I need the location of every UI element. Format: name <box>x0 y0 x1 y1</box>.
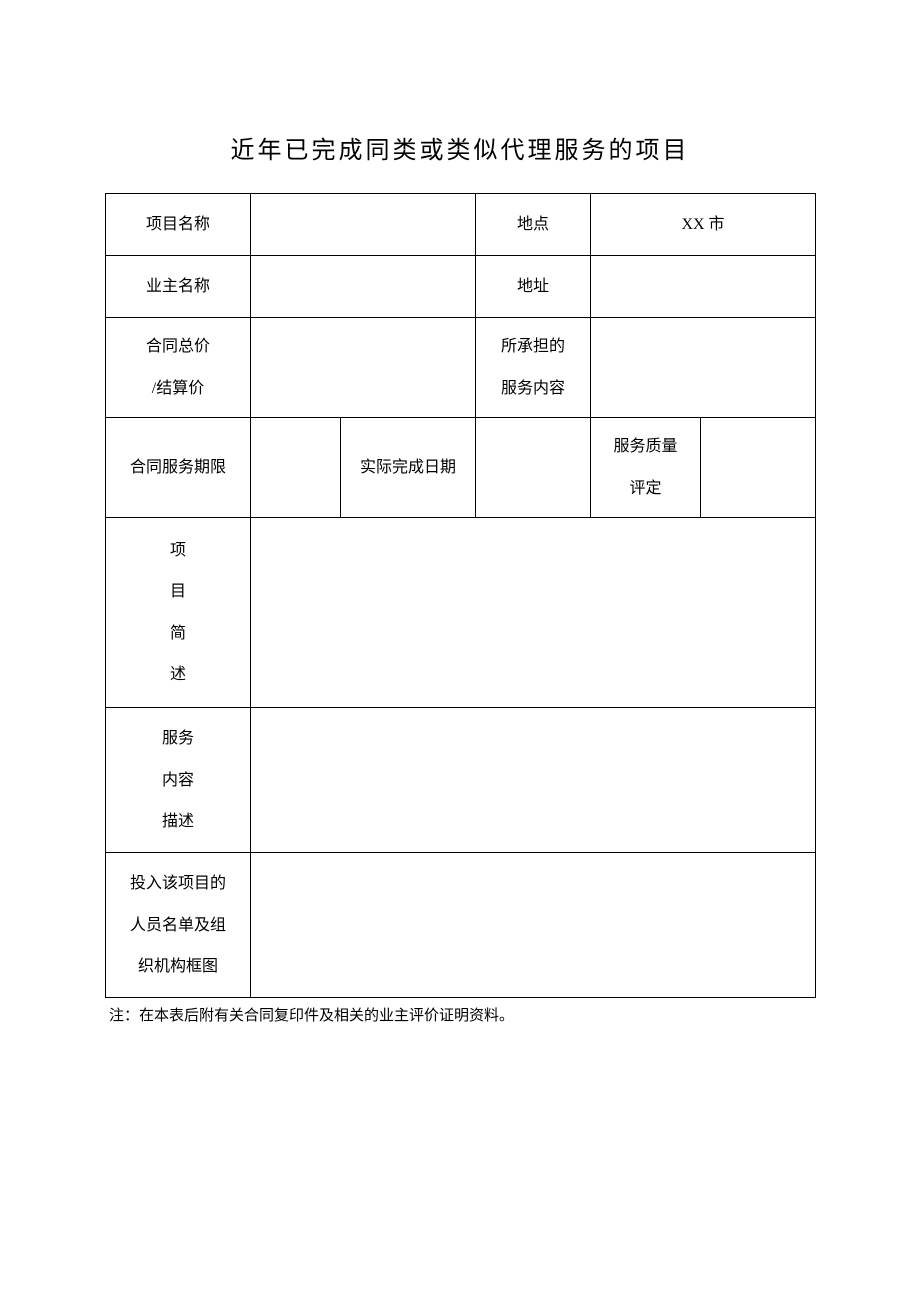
value-personnel <box>251 853 816 998</box>
label-service-desc: 服务 内容 描述 <box>106 708 251 853</box>
label-project-name: 项目名称 <box>106 194 251 256</box>
value-quality-rating <box>701 418 816 518</box>
label-service-content: 所承担的 服务内容 <box>476 318 591 418</box>
label-contract-price-line1: 合同总价 <box>110 326 246 368</box>
value-service-period <box>251 418 341 518</box>
label-address: 地址 <box>476 256 591 318</box>
value-project-name <box>251 194 476 256</box>
label-brief-c3: 简 <box>110 613 246 655</box>
footnote: 注：在本表后附有关合同复印件及相关的业主评价证明资料。 <box>105 1004 815 1025</box>
label-service-desc-line2: 内容 <box>110 760 246 802</box>
value-actual-completion <box>476 418 591 518</box>
label-service-content-line1: 所承担的 <box>480 326 586 368</box>
row-project-brief: 项 目 简 述 <box>106 518 816 708</box>
page-title: 近年已完成同类或类似代理服务的项目 <box>105 130 815 165</box>
label-service-desc-line3: 描述 <box>110 801 246 843</box>
label-project-brief: 项 目 简 述 <box>106 518 251 708</box>
project-form-table: 项目名称 地点 XX 市 业主名称 地址 合同总价 /结算价 所承担的 服务内容… <box>105 193 816 998</box>
value-service-content <box>591 318 816 418</box>
label-quality-rating: 服务质量 评定 <box>591 418 701 518</box>
label-quality-rating-line1: 服务质量 <box>595 426 696 468</box>
row-owner-name: 业主名称 地址 <box>106 256 816 318</box>
label-personnel-line2: 人员名单及组 <box>110 905 246 947</box>
value-project-brief <box>251 518 816 708</box>
row-service-desc: 服务 内容 描述 <box>106 708 816 853</box>
label-service-period: 合同服务期限 <box>106 418 251 518</box>
label-contract-price-line2: /结算价 <box>110 368 246 410</box>
label-service-desc-line1: 服务 <box>110 718 246 760</box>
label-quality-rating-line2: 评定 <box>595 468 696 510</box>
label-service-content-line2: 服务内容 <box>480 368 586 410</box>
label-actual-completion: 实际完成日期 <box>341 418 476 518</box>
label-personnel-line1: 投入该项目的 <box>110 863 246 905</box>
label-location: 地点 <box>476 194 591 256</box>
label-owner-name: 业主名称 <box>106 256 251 318</box>
row-service-period: 合同服务期限 实际完成日期 服务质量 评定 <box>106 418 816 518</box>
label-contract-price: 合同总价 /结算价 <box>106 318 251 418</box>
value-owner-name <box>251 256 476 318</box>
value-location: XX 市 <box>591 194 816 256</box>
label-personnel-line3: 织机构框图 <box>110 946 246 988</box>
label-brief-c1: 项 <box>110 530 246 572</box>
value-address <box>591 256 816 318</box>
label-personnel: 投入该项目的 人员名单及组 织机构框图 <box>106 853 251 998</box>
label-brief-c4: 述 <box>110 654 246 696</box>
label-brief-c2: 目 <box>110 571 246 613</box>
row-contract-price: 合同总价 /结算价 所承担的 服务内容 <box>106 318 816 418</box>
row-personnel: 投入该项目的 人员名单及组 织机构框图 <box>106 853 816 998</box>
row-project-name: 项目名称 地点 XX 市 <box>106 194 816 256</box>
value-service-desc <box>251 708 816 853</box>
value-contract-price <box>251 318 476 418</box>
